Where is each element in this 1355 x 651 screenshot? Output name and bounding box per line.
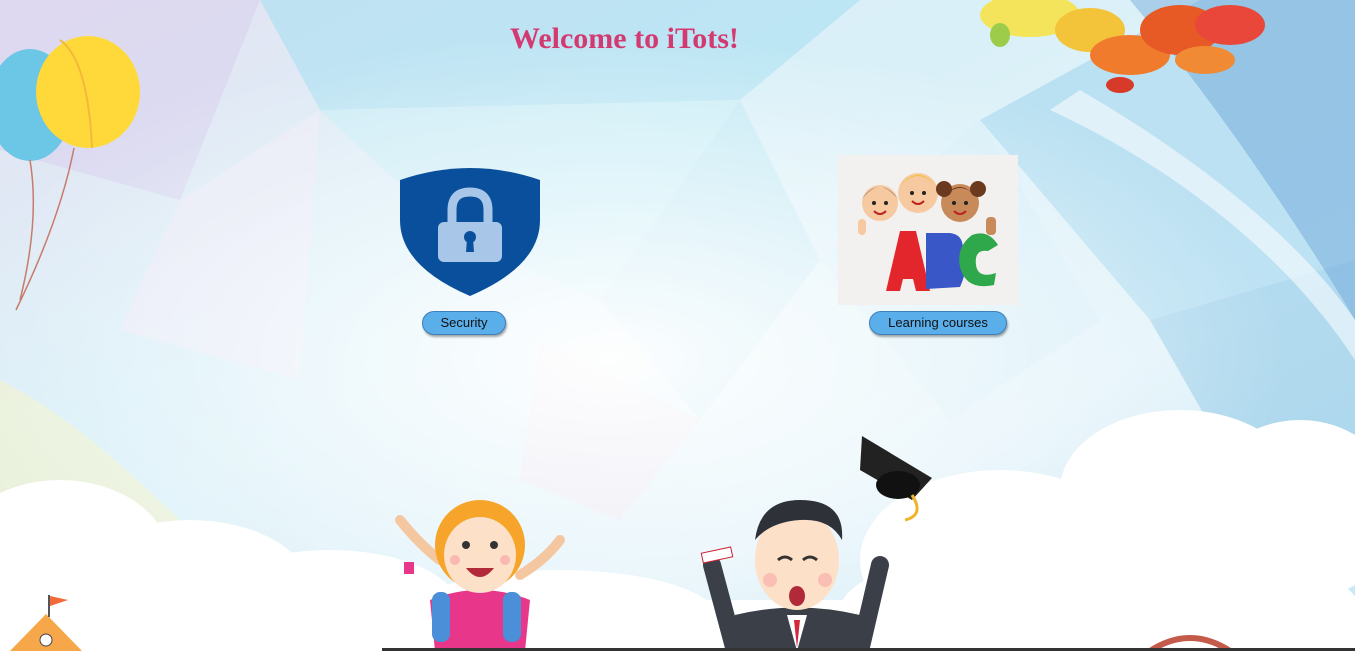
background-illustration (0, 0, 1355, 651)
abc-kids-icon[interactable] (838, 155, 1018, 305)
learning-courses-button[interactable]: Learning courses (869, 311, 1007, 335)
security-button[interactable]: Security (422, 311, 506, 335)
page-title: Welcome to iTots! (510, 22, 739, 55)
lock-shield-icon[interactable] (398, 166, 542, 298)
